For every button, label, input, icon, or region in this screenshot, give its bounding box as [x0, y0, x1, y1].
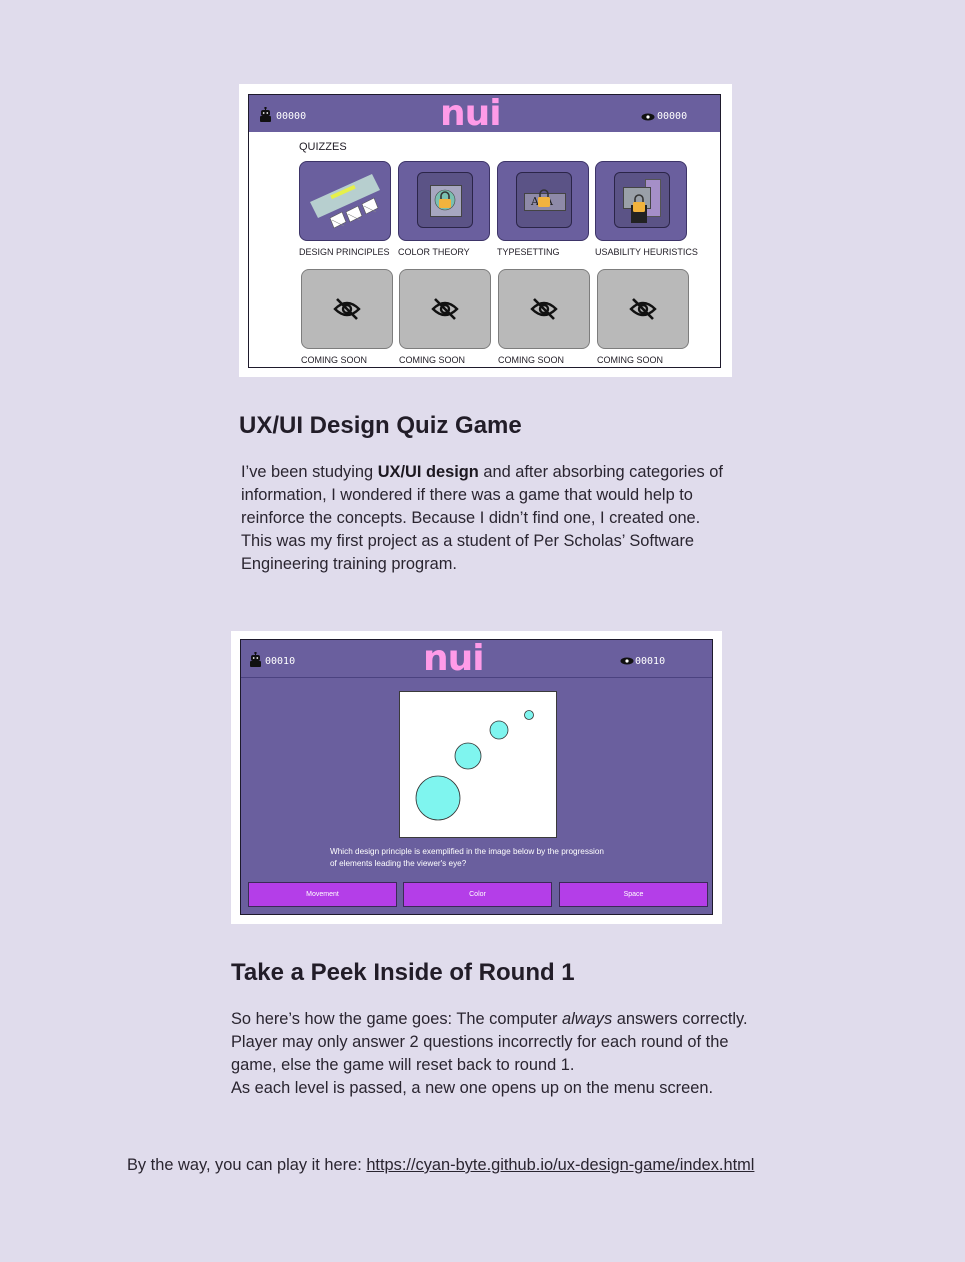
- answer-button-space[interactable]: Space: [559, 882, 708, 907]
- robot-icon: [250, 652, 261, 667]
- game-header: 00010 nui 00010: [241, 639, 712, 679]
- coming-soon-label: COMING SOON: [301, 355, 368, 365]
- eye-slash-icon: [431, 298, 459, 320]
- description-text: So here’s how the game goes: The compute…: [231, 1010, 563, 1028]
- game-window: 00000 nui 00000 QUIZZES DESIGN PRINCIPLE: [248, 94, 721, 368]
- quiz-tile-usability-heuristics[interactable]: [595, 161, 687, 241]
- game-header: 00000 nui 00000: [249, 94, 720, 134]
- lock-icon: [434, 189, 456, 211]
- usability-heuristics-art: [614, 172, 670, 228]
- coming-soon-label: COMING SOON: [399, 355, 466, 365]
- coming-soon-tile: [498, 269, 590, 349]
- game-window: 00010 nui 00010 Which design principle i…: [240, 639, 713, 915]
- section-description-quiz-game: I’ve been studying UX/UI design and afte…: [241, 461, 731, 576]
- player-score: 00000: [276, 111, 307, 122]
- eye-slash-icon: [629, 298, 657, 320]
- eye-slash-icon: [333, 298, 361, 320]
- nui-logo: nui: [423, 639, 485, 679]
- description-text: As each level is passed, a new one opens…: [231, 1079, 714, 1097]
- player-score: 00010: [265, 656, 296, 667]
- quiz-label-usability-heuristics: USABILITY HEURISTICS: [595, 247, 698, 257]
- quiz-label-typesetting: TYPESETTING: [497, 247, 560, 257]
- computer-score: 00000: [657, 111, 688, 122]
- section-description-round-one: So here’s how the game goes: The compute…: [231, 1008, 766, 1100]
- coming-soon-tile: [597, 269, 689, 349]
- coming-soon-label: COMING SOON: [597, 355, 664, 365]
- description-emphasis: always: [562, 1010, 613, 1028]
- quiz-menu-screenshot: 00000 nui 00000 QUIZZES DESIGN PRINCIPLE: [239, 84, 732, 377]
- eye-icon: [641, 113, 655, 121]
- play-game-link[interactable]: https://cyan-byte.github.io/ux-design-ga…: [366, 1156, 754, 1174]
- coming-soon-tile: [301, 269, 393, 349]
- nui-logo: nui: [440, 94, 502, 134]
- question-text: Which design principle is exemplified in…: [330, 847, 604, 868]
- section-title-round-one: Take a Peek Inside of Round 1: [231, 959, 575, 986]
- quiz-tile-typesetting[interactable]: AA: [497, 161, 589, 241]
- quiz-label-design-principles: DESIGN PRINCIPLES: [299, 247, 390, 257]
- description-emphasis: UX/UI design: [377, 463, 479, 481]
- circles-progression-image: [415, 710, 534, 821]
- description-text: I’ve been studying: [241, 463, 378, 481]
- eye-icon: [620, 657, 634, 665]
- color-theory-art: [417, 172, 473, 228]
- quiz-label-color-theory: COLOR THEORY: [398, 247, 470, 257]
- coming-soon-tile: [399, 269, 491, 349]
- section-title-quiz-game: UX/UI Design Quiz Game: [239, 412, 522, 439]
- quiz-tile-color-theory[interactable]: [398, 161, 490, 241]
- question-image: [399, 691, 557, 838]
- robot-icon: [260, 107, 271, 122]
- lock-icon: [633, 194, 645, 212]
- play-link-intro: By the way, you can play it here:: [127, 1156, 367, 1174]
- coming-soon-label: COMING SOON: [498, 355, 565, 365]
- round-one-screenshot: 00010 nui 00010 Which design principle i…: [231, 631, 722, 924]
- lock-icon: [538, 189, 550, 207]
- typesetting-art: AA: [516, 172, 572, 228]
- eye-slash-icon: [530, 298, 558, 320]
- computer-score: 00010: [635, 656, 666, 667]
- design-principles-art: [310, 174, 380, 229]
- play-link-line: By the way, you can play it here: https:…: [127, 1156, 754, 1175]
- answer-button-movement[interactable]: Movement: [248, 882, 397, 907]
- quizzes-heading: QUIZZES: [299, 141, 347, 153]
- answer-button-color[interactable]: Color: [403, 882, 552, 907]
- quiz-tile-design-principles[interactable]: [299, 161, 391, 241]
